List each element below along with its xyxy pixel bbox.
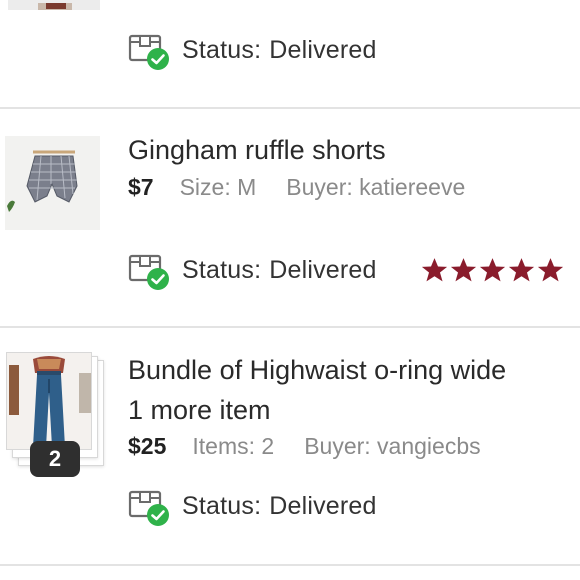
star-icon <box>450 258 477 282</box>
item-meta: $25 Items: 2 Buyer: vangiecbs <box>128 433 481 460</box>
star-icon <box>508 258 535 282</box>
status-text: Status: Delivered <box>182 256 377 285</box>
product-image <box>7 353 91 449</box>
status-label: Status: <box>182 35 262 64</box>
item-subtitle: 1 more item <box>128 395 271 425</box>
item-meta: $7 Size: M Buyer: katiereeve <box>128 174 465 201</box>
separator <box>0 564 580 566</box>
item-count: Items: 2 <box>192 433 275 459</box>
item-size: Size: M <box>179 174 257 200</box>
star-icon <box>479 258 506 282</box>
separator <box>0 107 580 109</box>
item-price: $7 <box>128 174 154 200</box>
item-price: $25 <box>128 433 167 459</box>
status-value: Delivered <box>269 491 377 520</box>
bundle-thumbnail[interactable]: 2 <box>4 352 104 477</box>
product-image <box>7 150 78 212</box>
order-thumbnail[interactable] <box>5 136 100 230</box>
order-status: Status: Delivered <box>128 250 377 290</box>
bundle-count-badge: 2 <box>30 441 80 477</box>
package-delivered-icon <box>128 250 172 290</box>
package-delivered-icon <box>128 30 172 70</box>
seller-rating <box>420 256 565 284</box>
order-status: Status: Delivered <box>128 486 377 526</box>
package-delivered-icon <box>128 486 172 526</box>
product-image <box>38 3 72 10</box>
order-status: Status: Delivered <box>128 30 377 70</box>
status-label: Status: <box>182 491 262 520</box>
item-buyer[interactable]: Buyer: katiereeve <box>286 174 465 200</box>
order-thumbnail[interactable] <box>8 0 100 10</box>
status-text: Status: Delivered <box>182 492 377 521</box>
status-value: Delivered <box>269 255 377 284</box>
item-title[interactable]: Bundle of Highwaist o-ring wide <box>128 355 506 386</box>
item-buyer[interactable]: Buyer: vangiecbs <box>304 433 480 459</box>
bundle-stack-front <box>6 352 92 450</box>
star-icon <box>421 258 448 282</box>
status-value: Delivered <box>269 35 377 64</box>
separator <box>0 326 580 328</box>
star-icon <box>537 258 564 282</box>
status-text: Status: Delivered <box>182 36 377 65</box>
item-title[interactable]: Gingham ruffle shorts <box>128 135 386 166</box>
status-label: Status: <box>182 255 262 284</box>
